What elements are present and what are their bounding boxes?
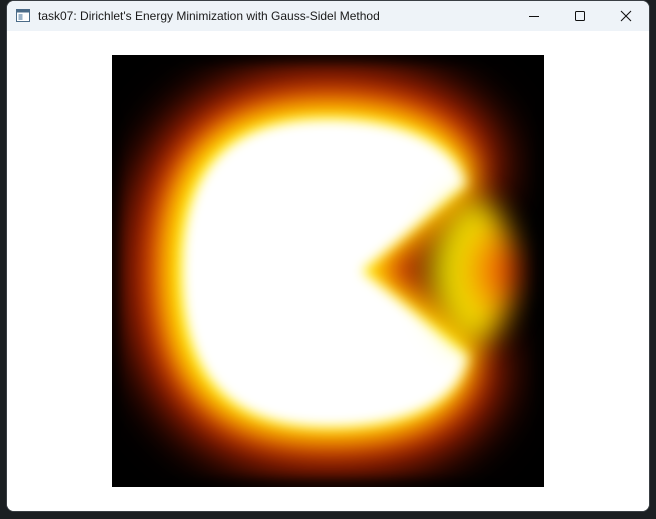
app-icon bbox=[16, 9, 30, 22]
client-area bbox=[7, 31, 649, 511]
minimize-icon bbox=[529, 16, 539, 17]
window-title: task07: Dirichlet's Energy Minimization … bbox=[38, 9, 380, 23]
maximize-icon bbox=[575, 11, 585, 21]
close-button[interactable] bbox=[603, 1, 649, 31]
app-window: task07: Dirichlet's Energy Minimization … bbox=[7, 1, 649, 511]
title-bar[interactable]: task07: Dirichlet's Energy Minimization … bbox=[7, 1, 649, 31]
heatmap-canvas bbox=[112, 55, 544, 487]
heatmap-render bbox=[112, 55, 544, 487]
notch-glow bbox=[350, 185, 518, 357]
close-icon bbox=[620, 10, 632, 22]
maximize-button[interactable] bbox=[557, 1, 603, 31]
minimize-button[interactable] bbox=[511, 1, 557, 31]
